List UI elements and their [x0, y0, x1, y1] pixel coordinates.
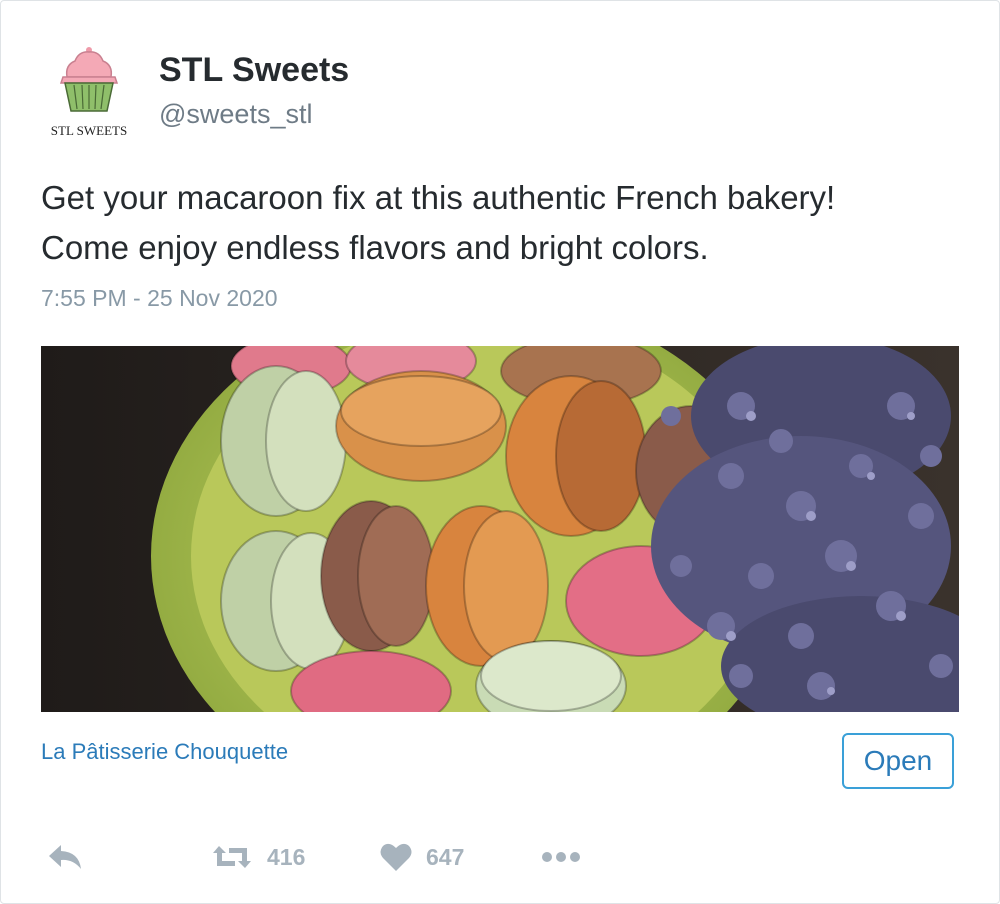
reply-icon — [49, 845, 81, 869]
link-card-title[interactable]: La Pâtisserie Chouquette — [41, 739, 288, 765]
avatar-logo-text: STL SWEETS — [51, 123, 127, 138]
display-name[interactable]: STL Sweets — [159, 51, 349, 90]
retweet-button[interactable]: 416 — [211, 839, 305, 875]
more-button[interactable] — [541, 839, 583, 875]
open-button[interactable]: Open — [842, 733, 954, 789]
timestamp[interactable]: 7:55 PM - 25 Nov 2020 — [41, 285, 278, 312]
tweet-text-line-1: Get your macaroon fix at this authentic … — [41, 179, 836, 216]
tweet-text: Get your macaroon fix at this authentic … — [41, 173, 971, 273]
more-dots-icon — [542, 852, 580, 862]
avatar[interactable]: STL SWEETS — [41, 43, 139, 141]
macarons-photo — [41, 346, 959, 712]
like-count: 647 — [426, 843, 465, 870]
cupcake-logo-icon: STL SWEETS — [51, 47, 127, 138]
heart-icon — [380, 843, 412, 871]
like-button[interactable]: 647 — [380, 839, 464, 875]
link-card-image[interactable] — [41, 346, 959, 712]
retweet-count: 416 — [267, 843, 306, 870]
user-handle[interactable]: @sweets_stl — [159, 99, 312, 130]
retweet-icon — [213, 846, 251, 868]
tweet-text-line-2: Come enjoy endless flavors and bright co… — [41, 229, 709, 266]
tweet-card: STL SWEETS STL Sweets @sweets_stl Get yo… — [0, 0, 1000, 904]
reply-button[interactable] — [47, 839, 83, 875]
